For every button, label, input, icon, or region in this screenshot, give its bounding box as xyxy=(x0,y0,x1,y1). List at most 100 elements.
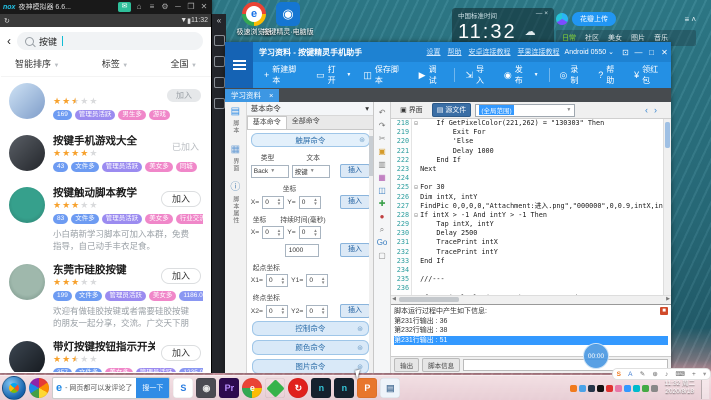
panel-tab-基本命令[interactable]: 基本命令 xyxy=(247,116,287,129)
fold-toggle-icon[interactable]: ⊟ xyxy=(412,119,420,128)
toolbar-publish-button[interactable]: ◉发布 ▼ xyxy=(499,61,544,89)
titlebar-link-帮助[interactable]: 帮助 xyxy=(448,47,462,57)
pin-icon[interactable]: ▾ xyxy=(365,104,369,113)
sogou-tool-icon-3[interactable]: ⊕ xyxy=(652,370,657,378)
paste-icon[interactable]: ▣ xyxy=(378,147,386,156)
taskbar-camera-app[interactable]: ◉ xyxy=(196,378,216,398)
maximize-icon[interactable]: ❐ xyxy=(186,0,196,14)
skin-icon[interactable]: ⊡ xyxy=(619,48,632,57)
tray-icon-1[interactable] xyxy=(579,385,586,392)
filter-全国[interactable]: 全国 ▼ xyxy=(171,57,197,70)
desktop-icon-quickmacro[interactable]: 按键精灵·电脑版 xyxy=(262,2,314,37)
toolbar-import-button[interactable]: ⇲导入 xyxy=(460,61,496,89)
section-控制命令[interactable]: 控制命令⊛ xyxy=(252,321,369,336)
device-icon[interactable]: ▢ xyxy=(378,251,386,260)
toolbar-new-button[interactable]: +新建脚本 xyxy=(259,61,309,89)
titlebar-link-苹果连接教程[interactable]: 苹果连接教程 xyxy=(518,47,560,57)
taskbar-chrome-browser[interactable]: e xyxy=(242,378,262,398)
filter-标签[interactable]: 标签 ▼ xyxy=(102,57,128,70)
redo-icon[interactable]: ↷ xyxy=(379,121,386,130)
sidebar-tool-icon[interactable] xyxy=(214,35,225,46)
copy-icon[interactable]: ▥ xyxy=(378,160,386,169)
tray-icon-2[interactable] xyxy=(588,385,595,392)
menu-icon[interactable]: ≡ xyxy=(147,0,157,14)
vertical-scrollbar[interactable] xyxy=(663,119,671,295)
close-icon[interactable]: ✕ xyxy=(658,48,671,57)
format-icon[interactable]: ▦ xyxy=(378,173,386,182)
sogou-tool-icon-6[interactable]: + xyxy=(692,371,696,378)
grid-icon[interactable]: ▦ xyxy=(231,144,240,156)
info-icon[interactable]: ⓘ xyxy=(230,182,240,194)
taskbar-sogou-browser[interactable]: S xyxy=(173,378,193,398)
sogou-tool-icon-1[interactable]: A xyxy=(628,371,632,378)
swipe-y1-stepper[interactable]: 0▲▼ xyxy=(306,274,328,287)
tap-y-stepper[interactable]: 0▲▼ xyxy=(299,196,321,209)
snapshot-icon[interactable]: ◫ xyxy=(378,186,386,195)
cut-icon[interactable]: ✂ xyxy=(379,134,386,143)
toolbar-help-button[interactable]: ?帮助 xyxy=(593,61,627,89)
show-desktop-button[interactable] xyxy=(701,377,709,399)
taskbar-notepad[interactable]: ▤ xyxy=(380,378,400,398)
nav-prev-icon[interactable]: ‹ xyxy=(645,105,648,115)
swipe-x2-stepper[interactable]: 0▲▼ xyxy=(266,305,288,318)
sidebar-tool-icon[interactable] xyxy=(214,56,225,67)
toolbar-debug-button[interactable]: ▶调试 xyxy=(414,61,450,89)
find-icon[interactable]: ⌕ xyxy=(380,225,384,234)
taskbar-search-deskband[interactable]: e - 网页都可以发评论了 搜一下 xyxy=(52,377,170,399)
minimize-icon[interactable]: ─ xyxy=(173,0,183,14)
press-y-stepper[interactable]: 0▲▼ xyxy=(299,226,321,239)
taskbar-premiere[interactable]: Pr xyxy=(219,378,239,398)
minimize-icon[interactable]: — xyxy=(632,48,645,57)
group-list-item[interactable]: 按键手机游戏大全★★★★★43文件多管理员活跃美女多同城已加入 xyxy=(1,129,211,181)
press-x-stepper[interactable]: 0▲▼ xyxy=(262,226,284,239)
insert-key-button[interactable]: 插入 xyxy=(340,164,370,178)
collapse-sidebar-icon[interactable]: « xyxy=(217,16,221,25)
sogou-tool-icon-2[interactable]: ✎ xyxy=(640,370,645,378)
toolbar-save-button[interactable]: ◫保存脚本 xyxy=(358,61,411,89)
swipe-y2-stepper[interactable]: 0▲▼ xyxy=(306,305,328,318)
tray-icon-8[interactable] xyxy=(642,385,649,392)
tray-icon-9[interactable] xyxy=(651,385,658,392)
tap-x-stepper[interactable]: 0▲▼ xyxy=(262,196,284,209)
add-icon[interactable]: ✚ xyxy=(379,199,386,208)
group-list-item[interactable]: 带灯按键按钮指示开关...★★★★★357文件多美女多管理员活跃1235.0km… xyxy=(1,335,211,372)
fold-toggle-icon[interactable]: ⊟ xyxy=(412,183,420,192)
start-button[interactable] xyxy=(2,376,26,400)
toolbar-redpacket-button[interactable]: ¥领红包 xyxy=(629,61,671,89)
sogou-tool-icon-4[interactable]: ♪ xyxy=(665,371,668,378)
upload-button[interactable]: 花瓣上传 xyxy=(572,12,616,26)
clear-output-icon[interactable]: ■ xyxy=(660,307,668,315)
tray-icon-6[interactable] xyxy=(624,385,631,392)
join-button[interactable]: 加入 xyxy=(161,191,201,207)
tray-icon-7[interactable] xyxy=(633,385,640,392)
scope-dropdown[interactable]: (全局范围)▼ xyxy=(475,104,575,117)
tab-close-icon[interactable]: × xyxy=(269,89,273,102)
panel-scrollbar[interactable] xyxy=(369,130,373,373)
insert-swipe-button[interactable]: 插入 xyxy=(340,304,370,318)
insert-press-button[interactable]: 插入 xyxy=(340,243,370,257)
search-input[interactable]: 按键 xyxy=(17,32,203,50)
toolbar-record-button[interactable]: ◎录制 xyxy=(555,61,592,89)
titlebar-link-安卓连接教程[interactable]: 安卓连接教程 xyxy=(469,47,511,57)
join-pill[interactable]: 加入 xyxy=(167,89,201,102)
duration-input[interactable]: 1000 xyxy=(285,244,319,257)
taskbar-nox-instance-1[interactable]: n xyxy=(311,378,331,398)
gear-icon[interactable]: ⚙ xyxy=(160,0,170,14)
clock-widget-controls[interactable]: — × xyxy=(536,10,548,20)
tray-icon-5[interactable] xyxy=(615,385,622,392)
goto-icon[interactable]: Go xyxy=(377,238,388,247)
taskbar-nox-instance-2[interactable]: n xyxy=(334,378,354,398)
tab-output[interactable]: 输出 xyxy=(394,358,419,372)
panel-tab-全部命令[interactable]: 全部命令 xyxy=(287,116,325,129)
taskbar-wps-presentation[interactable]: P xyxy=(357,378,377,398)
source-view-button[interactable]: ▤源文件 xyxy=(432,103,472,117)
group-list-item[interactable]: 按键触动脚本教学★★★★★83文件多管理员活跃美女多行业交流小白萌新学习脚本可加… xyxy=(1,181,211,258)
nox-titlebar[interactable]: nox 夜神模拟器 6.6... ✉ ⌂ ≡ ⚙ ─ ❐ ✕ xyxy=(0,0,212,14)
sogou-tool-icon-0[interactable]: S xyxy=(617,371,621,378)
nav-next-icon[interactable]: › xyxy=(654,105,657,115)
ui-view-button[interactable]: ▣界面 xyxy=(395,103,428,117)
group-list-item[interactable]: 东莞市硅胶按键★★★★★199文件多管理员活跃美女多1186.0km欢迎有做硅胶… xyxy=(1,258,211,335)
device-selector[interactable]: Android 0550 ⌄ xyxy=(565,48,614,56)
section-颜色命令[interactable]: 颜色命令⊛ xyxy=(252,340,369,355)
tray-clock[interactable]: 11:32 周二 2020/8/18 xyxy=(660,380,699,396)
